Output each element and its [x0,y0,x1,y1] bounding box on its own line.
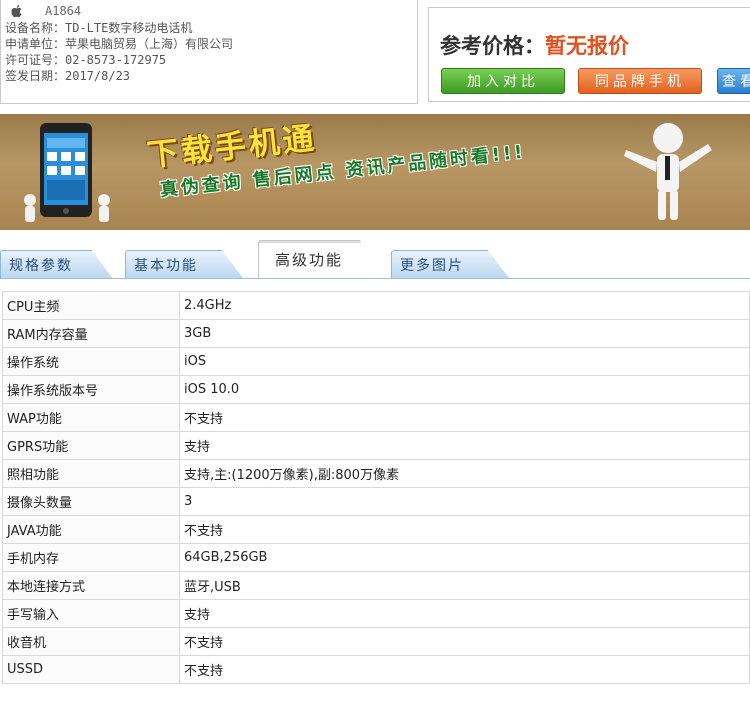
model-row: A1864 [9,3,81,19]
spec-value: 不支持 [179,403,750,432]
spec-value: 64GB,256GB [179,543,750,572]
apple-logo-icon [11,5,22,18]
spec-tabs: 规格参数 基本功能 高级功能 更多图片 [0,240,750,280]
spec-value: 支持,主:(1200万像素),副:800万像素 [179,459,750,488]
table-row: 本地连接方式 蓝牙,USB [2,571,750,600]
tab-advanced-features[interactable]: 高级功能 [258,240,374,279]
advanced-features-table: CPU主频 2.4GHz RAM内存容量 3GB 操作系统 iOS 操作系统版本号 iO… [2,291,750,684]
table-row: JAVA功能 不支持 [2,515,750,544]
spec-value: 支持 [179,431,750,460]
table-row: GPRS功能 支持 [2,431,750,460]
issue-date-line: 签发日期：2017/8/23 [5,69,131,83]
spec-key: CPU主频 [2,291,180,320]
spec-value: 3 [179,487,750,516]
device-name-line: 设备名称：TD-LTE数字移动电话机 [5,21,193,35]
spec-value: 3GB [179,319,750,348]
table-row: 收音机 不支持 [2,627,750,656]
table-row: 操作系统 iOS [2,347,750,376]
table-row: USSD 不支持 [2,655,750,684]
table-row: 操作系统版本号 iOS 10.0 [2,375,750,404]
table-row: 手写输入 支持 [2,599,750,628]
spec-key: 照相功能 [2,459,180,488]
spec-key: 操作系统 [2,347,180,376]
table-row: CPU主频 2.4GHz [2,291,750,320]
applicant-line: 申请单位：苹果电脑贸易（上海）有限公司 [5,37,234,51]
table-row: 摄像头数量 3 [2,487,750,516]
spec-key: RAM内存容量 [2,319,180,348]
price-value: 暂无报价 [545,34,629,58]
spec-key: 摄像头数量 [2,487,180,516]
spec-key: 收音机 [2,627,180,656]
spec-key: JAVA功能 [2,515,180,544]
device-info-box: A1864 设备名称：TD-LTE数字移动电话机 申请单位：苹果电脑贸易（上海）… [0,0,418,104]
table-row: RAM内存容量 3GB [2,319,750,348]
model-number: A1864 [45,4,82,18]
app-download-banner[interactable]: 下载手机通 真伪查询 售后网点 资讯产品随时看!!! [0,114,750,230]
spec-key: GPRS功能 [2,431,180,460]
spec-value: iOS [179,347,750,376]
spec-value: 不支持 [179,655,750,684]
tabs-divider [0,278,750,279]
phone-illustration-icon [40,123,92,217]
spec-key: USSD [2,655,180,684]
spec-value: iOS 10.0 [179,375,750,404]
price-box: 参考价格：暂无报价 加入对比 同品牌手机 查看 [428,7,750,102]
price-label: 参考价格： [440,34,545,58]
view-button[interactable]: 查看 [717,68,750,94]
spec-value: 支持 [179,599,750,628]
license-line: 许可证号：02-8573-172975 [5,53,167,67]
tab-specs[interactable]: 规格参数 [0,250,112,278]
spec-value: 2.4GHz [179,291,750,320]
presenter-figure-icon [624,123,712,220]
tab-basic-features[interactable]: 基本功能 [125,250,243,278]
tab-more-images[interactable]: 更多图片 [391,250,509,278]
spec-key: 手写输入 [2,599,180,628]
table-row: WAP功能 不支持 [2,403,750,432]
table-row: 手机内存 64GB,256GB [2,543,750,572]
table-row: 照相功能 支持,主:(1200万像素),副:800万像素 [2,459,750,488]
price-row: 参考价格：暂无报价 [440,30,629,60]
spec-value: 蓝牙,USB [179,571,750,600]
spec-key: WAP功能 [2,403,180,432]
spec-key: 操作系统版本号 [2,375,180,404]
same-brand-phones-button[interactable]: 同品牌手机 [578,68,702,94]
spec-key: 本地连接方式 [2,571,180,600]
spec-key: 手机内存 [2,543,180,572]
device-info-lines: 设备名称：TD-LTE数字移动电话机 申请单位：苹果电脑贸易（上海）有限公司 许… [5,20,233,84]
add-to-compare-button[interactable]: 加入对比 [441,68,565,94]
spec-value: 不支持 [179,627,750,656]
spec-value: 不支持 [179,515,750,544]
